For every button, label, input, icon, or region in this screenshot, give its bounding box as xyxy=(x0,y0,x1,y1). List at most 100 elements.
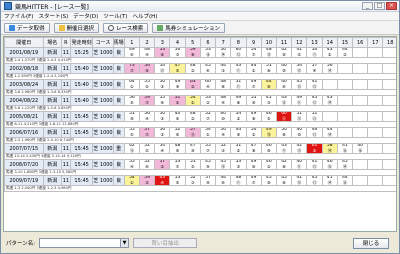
horse-cell[interactable]: 49 ⑥ xyxy=(123,47,140,58)
horse-cell[interactable]: 41 ⑫ xyxy=(291,175,308,186)
horse-cell[interactable] xyxy=(321,79,338,90)
column-header[interactable]: 開催日 xyxy=(4,37,44,48)
horse-cell[interactable]: 56 ⑥ xyxy=(123,95,140,106)
table-row[interactable]: 2008/07/20 新潟 11 15:45 芝 1000 良 55 ④ 52 ⑥ 57 ① 53 ⑦ 51… xyxy=(4,159,396,170)
horse-cell[interactable]: 64 ① xyxy=(123,79,140,90)
horse-cell[interactable]: 42 ⑫ xyxy=(123,143,140,154)
pattern-select[interactable]: ▼ xyxy=(39,238,130,248)
horse-cell[interactable] xyxy=(382,47,396,58)
column-header[interactable]: 場名 xyxy=(42,37,62,48)
horse-cell[interactable]: 49 ⑧ xyxy=(245,111,262,122)
horse-cell[interactable] xyxy=(336,79,354,90)
horse-cell[interactable]: 53 ⑮ xyxy=(199,47,217,58)
horse-cell[interactable] xyxy=(382,127,396,138)
horse-cell[interactable]: 45 ⑫ xyxy=(306,95,323,106)
horse-cell[interactable]: 56 ⑭ xyxy=(321,63,338,74)
horse-cell[interactable]: 54 ① xyxy=(230,111,247,122)
horse-cell[interactable]: 49 ⑨ xyxy=(169,79,186,90)
menu-start[interactable]: スタート(S) xyxy=(38,12,68,20)
horse-cell[interactable]: 54 ① xyxy=(123,175,140,186)
horse-cell[interactable]: 57 ④ xyxy=(306,63,323,74)
horse-cell[interactable]: 52 ⑥ xyxy=(169,127,186,138)
horse-cell[interactable]: 53 ⑤ xyxy=(169,175,186,186)
table-row[interactable]: 2005/08/21 新潟 11 15:45 芝 1000 良 51 ⑨ 56 ④ 50 ③ 40 ⑥ 48… xyxy=(4,111,396,122)
column-header-horse-13[interactable]: 13 xyxy=(306,37,323,48)
horse-cell[interactable]: 47 ⑤ xyxy=(169,63,186,74)
horse-cell[interactable]: 48 ② xyxy=(184,63,201,74)
horse-cell[interactable]: 49 ⑦ xyxy=(245,79,262,90)
horse-cell[interactable]: 42 ⑩ xyxy=(275,47,293,58)
chevron-down-icon[interactable]: ▼ xyxy=(120,239,129,247)
horse-cell[interactable]: 43 ⑪ xyxy=(275,143,293,154)
horse-cell[interactable]: 56 ③ xyxy=(169,47,186,58)
horse-cell[interactable]: 46 ⑬ xyxy=(306,127,323,138)
horse-cell[interactable]: 50 ⑪ xyxy=(306,47,323,58)
horse-cell[interactable]: 41 ⑤ xyxy=(291,47,308,58)
horse-cell[interactable]: 51 ⑬ xyxy=(306,111,323,122)
horse-cell[interactable]: 57 ⑪ xyxy=(184,127,201,138)
horse-cell[interactable]: 51 ⑨ xyxy=(123,111,140,122)
column-header-horse-6[interactable]: 6 xyxy=(199,37,217,48)
horse-cell[interactable]: 44 ⑥ xyxy=(215,175,232,186)
fetch-data-button[interactable]: データ取得 xyxy=(4,22,50,33)
horse-cell[interactable] xyxy=(352,159,369,170)
maximize-button[interactable]: □ xyxy=(374,2,385,10)
minimize-button[interactable]: _ xyxy=(362,2,373,10)
horse-cell[interactable]: 63 ④ xyxy=(154,175,171,186)
horse-cell[interactable]: 50 ③ xyxy=(154,79,171,90)
column-header-horse-18[interactable]: 18 xyxy=(382,37,396,48)
table-row[interactable]: 2003/08/24 新潟 11 15:40 芝 1000 良 64 ① 55 ⑤ 50 ③ 49 ⑨ 63… xyxy=(4,79,396,90)
horse-cell[interactable]: 46 ⑩ xyxy=(260,143,277,154)
horse-cell[interactable]: 42 ⑬ xyxy=(291,143,308,154)
horse-cell[interactable]: 43 ⑬ xyxy=(275,95,293,106)
horse-cell[interactable]: 48 ② xyxy=(184,111,201,122)
column-header-horse-1[interactable]: 1 xyxy=(123,37,140,48)
horse-cell[interactable]: 61 ② xyxy=(306,143,323,154)
horse-cell[interactable]: 59 ⑧ xyxy=(184,47,201,58)
column-header-horse-8[interactable]: 8 xyxy=(230,37,247,48)
horse-cell[interactable]: 55 ⑤ xyxy=(123,127,140,138)
simulation-button[interactable]: 馬券シミュレーション xyxy=(152,22,226,33)
horse-cell[interactable] xyxy=(382,95,396,106)
horse-cell[interactable]: 43 ⑭ xyxy=(321,95,338,106)
horse-cell[interactable]: 41 ⑬ xyxy=(306,159,323,170)
column-header-horse-4[interactable]: 4 xyxy=(169,37,186,48)
horse-cell[interactable]: 40 ⑯ xyxy=(352,143,369,154)
horse-cell[interactable]: 47 ⑨ xyxy=(184,143,201,154)
horse-cell[interactable]: 44 ⑩ xyxy=(260,79,277,90)
horse-cell[interactable]: 53 ⑦ xyxy=(169,159,186,170)
horse-cell[interactable]: 45 ⑭ xyxy=(336,159,354,170)
horse-cell[interactable]: 49 ⑫ xyxy=(260,127,277,138)
column-header[interactable]: 発走時刻 xyxy=(69,37,94,48)
column-header-horse-7[interactable]: 7 xyxy=(215,37,232,48)
horse-cell[interactable]: 45 ⑬ xyxy=(306,175,323,186)
extract-button[interactable]: 買い目抽出 xyxy=(133,238,198,248)
horse-cell[interactable]: 53 ② xyxy=(199,95,217,106)
horse-cell[interactable] xyxy=(352,63,369,74)
horse-cell[interactable]: 45 ⑥ xyxy=(199,63,217,74)
horse-cell[interactable]: 47 ⑧ xyxy=(245,143,262,154)
horse-cell[interactable]: 40 ⑩ xyxy=(275,63,293,74)
horse-cell[interactable]: 50 ⑭ xyxy=(215,47,232,58)
horse-cell[interactable]: 40 ⑥ xyxy=(169,111,186,122)
horse-cell[interactable] xyxy=(336,63,354,74)
horse-cell[interactable] xyxy=(336,111,354,122)
horse-cell[interactable]: 60 ⑬ xyxy=(230,47,247,58)
column-header-horse-5[interactable]: 5 xyxy=(184,37,201,48)
horse-cell[interactable]: 41 ③ xyxy=(260,95,277,106)
horse-cell[interactable] xyxy=(336,95,354,106)
horse-cell[interactable]: 44 ② xyxy=(336,47,354,58)
close-button[interactable]: 閉じる xyxy=(353,237,389,249)
horse-cell[interactable] xyxy=(382,159,396,170)
horse-cell[interactable] xyxy=(367,159,384,170)
horse-cell[interactable]: 44 ⑮ xyxy=(336,175,354,186)
column-header-horse-10[interactable]: 10 xyxy=(260,37,277,48)
horse-cell[interactable]: 50 ② xyxy=(245,127,262,138)
horse-cell[interactable]: 49 ⑩ xyxy=(245,159,262,170)
horse-cell[interactable]: 55 ⑤ xyxy=(138,79,156,90)
column-header-horse-17[interactable]: 17 xyxy=(367,37,384,48)
menu-data[interactable]: データ(D) xyxy=(73,12,98,20)
horse-cell[interactable]: 41 ⑭ xyxy=(321,175,338,186)
horse-cell[interactable]: 58 ⑭ xyxy=(321,143,338,154)
column-header-horse-3[interactable]: 3 xyxy=(154,37,171,48)
